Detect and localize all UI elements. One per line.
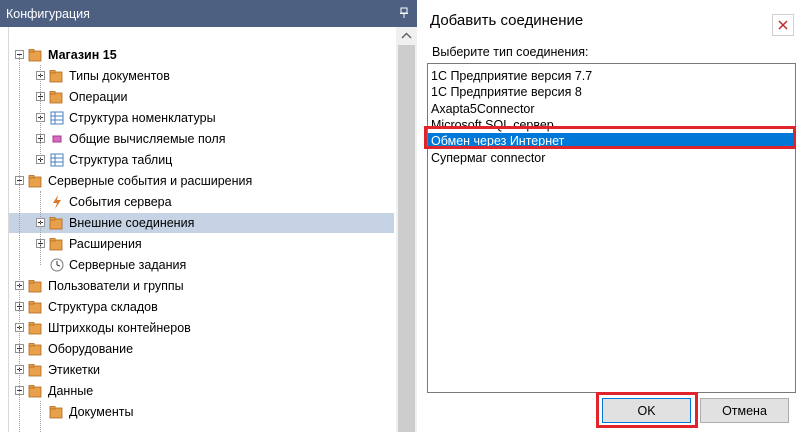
- tree-item[interactable]: Этикетки: [9, 360, 394, 380]
- tree-item[interactable]: Структура складов: [9, 297, 394, 317]
- tree-item[interactable]: Структура номенклатуры: [9, 108, 394, 128]
- connection-type-label-text: Microsoft SQL сервер: [431, 117, 554, 132]
- ok-button[interactable]: OK: [602, 398, 691, 423]
- tree-item-label: Структура номенклатуры: [69, 111, 216, 125]
- tree-item-label: Операции: [69, 90, 128, 104]
- tree-item[interactable]: Данные: [9, 381, 394, 401]
- tree-item[interactable]: События сервера: [9, 192, 394, 212]
- tree-item[interactable]: Структура таблиц: [9, 150, 394, 170]
- store-folder-icon: [28, 49, 42, 62]
- tree-item[interactable]: Типы документов: [9, 66, 394, 86]
- tree-item-label: Оборудование: [48, 342, 134, 356]
- connection-type-label-text: Обмен через Интернет: [431, 134, 565, 149]
- data-folder-icon: [28, 385, 42, 398]
- equipment-folder-icon: [28, 343, 42, 356]
- tree-item-label: Внешние соединения: [69, 216, 195, 230]
- tree-item[interactable]: Магазин 15: [9, 45, 394, 65]
- tree-item-label: Расширения: [69, 237, 142, 251]
- tree-guide-line: [19, 55, 20, 432]
- tree-item-label: Этикетки: [48, 363, 101, 377]
- tree-item[interactable]: Серверные события и расширения: [9, 171, 394, 191]
- warehouse-folder-icon: [28, 301, 42, 314]
- connection-type-label-text: 1С Предприятие версия 8: [431, 85, 582, 100]
- tree-item-label: Серверные события и расширения: [48, 174, 253, 188]
- operations-icon: [49, 91, 63, 104]
- tree-guide-line: [40, 191, 41, 265]
- tree-item-label: Штрихкоды контейнеров: [48, 321, 191, 335]
- tree-item-label: События сервера: [69, 195, 172, 209]
- clock-icon: [50, 258, 64, 272]
- calculated-fields-icon: [52, 135, 62, 143]
- table-grid-icon: [50, 111, 64, 125]
- pin-icon[interactable]: [398, 7, 410, 19]
- scrollbar-thumb[interactable]: [398, 45, 415, 432]
- tree-item-label: Структура складов: [48, 300, 158, 314]
- tree-item[interactable]: Внешние соединения: [9, 213, 394, 233]
- lightning-icon: [53, 195, 61, 209]
- tree-item[interactable]: Расширения: [9, 234, 394, 254]
- connection-type-label-text: 1С Предприятие версия 7.7: [431, 69, 593, 83]
- connection-type-item[interactable]: 1С Предприятие версия 7.7: [428, 68, 795, 84]
- users-folder-icon: [28, 280, 42, 293]
- barcode-folder-icon: [28, 322, 42, 335]
- cancel-button[interactable]: Отмена: [700, 398, 789, 423]
- tree-item[interactable]: Штрихкоды контейнеров: [9, 318, 394, 338]
- tree-item[interactable]: Общие вычисляемые поля: [9, 129, 394, 149]
- tree-item-label: Магазин 15: [48, 48, 117, 62]
- vertical-scrollbar[interactable]: [396, 27, 417, 432]
- tree-item-label: Структура таблиц: [69, 153, 173, 167]
- tree-item[interactable]: Операции: [9, 87, 394, 107]
- tree-item-label: Серверные задания: [69, 258, 187, 272]
- labels-folder-icon: [28, 364, 42, 377]
- configuration-panel: Конфигурация Магазин 15 Типы документов Оп…: [0, 0, 417, 432]
- dialog-title: Добавить соединение: [430, 12, 584, 29]
- add-connection-dialog: Добавить соединение Выберите тип соедине…: [418, 0, 799, 432]
- tree-item[interactable]: Оборудование: [9, 339, 394, 359]
- connection-type-item[interactable]: Обмен через Интернет: [428, 133, 795, 150]
- panel-title: Конфигурация: [6, 7, 90, 21]
- connection-type-item[interactable]: Microsoft SQL сервер: [428, 117, 795, 133]
- external-connection-icon: [49, 217, 63, 230]
- document-types-icon: [49, 70, 63, 83]
- server-folder-icon: [28, 175, 42, 188]
- tree-item-label: Данные: [48, 384, 94, 398]
- close-icon[interactable]: [772, 14, 794, 36]
- table-structure-icon: [50, 153, 64, 167]
- extensions-folder-icon: [49, 238, 63, 251]
- tree-item-label: Общие вычисляемые поля: [69, 132, 226, 146]
- connection-type-item[interactable]: 1С Предприятие версия 8: [428, 84, 795, 100]
- tree-guide-line: [40, 401, 41, 432]
- connection-type-item[interactable]: Супермаг connector: [428, 150, 795, 166]
- tree-item-label: Типы документов: [69, 69, 170, 83]
- connection-type-list[interactable]: 1С Предприятие версия 7.7 1С Предприятие …: [427, 63, 796, 393]
- tree-guide-line: [40, 65, 41, 160]
- tree-item-label: Документы: [69, 405, 134, 419]
- connection-type-label: Выберите тип соединения:: [432, 45, 589, 59]
- scroll-up-arrow-icon[interactable]: [396, 27, 417, 45]
- documents-folder-icon: [49, 406, 63, 419]
- tree-item[interactable]: Пользователи и группы: [9, 276, 394, 296]
- connection-type-label-text: Супермаг connector: [431, 150, 546, 165]
- tree-item-label: Пользователи и группы: [48, 279, 184, 293]
- connection-type-item[interactable]: Axapta5Connector: [428, 101, 795, 117]
- tree-item[interactable]: Документы: [9, 402, 394, 422]
- connection-type-label-text: Axapta5Connector: [431, 101, 535, 116]
- tree-item[interactable]: Серверные задания: [9, 255, 394, 275]
- panel-header: Конфигурация: [0, 0, 417, 27]
- configuration-tree: Магазин 15 Типы документов Операции Структу…: [8, 27, 394, 432]
